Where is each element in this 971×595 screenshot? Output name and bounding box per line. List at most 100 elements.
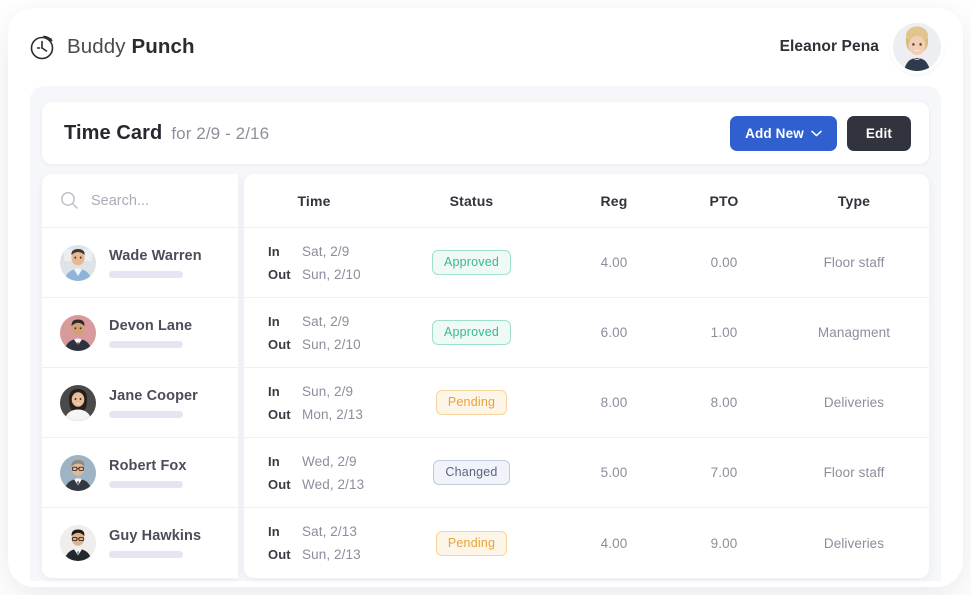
employee-name: Jane Cooper <box>109 387 198 404</box>
header-actions: Add New Edit <box>730 115 911 151</box>
clock-out-label: Out <box>268 406 291 422</box>
clock-in-value: Sat, 2/9 <box>302 243 350 259</box>
clock-in-value: Sat, 2/9 <box>302 313 350 329</box>
clock-in-row: In Sat, 2/9 <box>268 244 384 259</box>
employee-name: Guy Hawkins <box>109 528 202 544</box>
search-bar[interactable] <box>42 174 238 228</box>
pto-hours: 7.00 <box>710 465 738 480</box>
reg-hours: 6.00 <box>600 325 628 340</box>
add-new-button[interactable]: Add New <box>730 115 837 151</box>
avatar <box>60 244 96 281</box>
employee-list: Wade Warren Devon Lane Jane Cooper Rober… <box>42 228 238 578</box>
page-title-date-range: for 2/9 - 2/16 <box>171 123 270 143</box>
list-item[interactable]: Wade Warren <box>42 228 238 298</box>
clock-in-value: Sun, 2/9 <box>302 383 354 399</box>
clock-out-row: Out Sun, 2/10 <box>268 337 384 352</box>
table-body: In Sat, 2/9 Out Sun, 2/10 Approved 4.00 <box>244 228 929 578</box>
clock-in-value: Wed, 2/9 <box>302 453 357 469</box>
status-badge: Pending <box>435 530 508 556</box>
column-header-reg: Reg <box>600 192 628 209</box>
avatar[interactable] <box>893 23 941 71</box>
avatar <box>60 314 96 351</box>
status-badge: Pending <box>435 390 508 415</box>
clock-in-row: In Sat, 2/13 <box>268 524 384 539</box>
employee-placeholder-bar <box>109 270 183 278</box>
list-item[interactable]: Robert Fox <box>42 438 238 508</box>
clock-out-label: Out <box>268 336 291 352</box>
time-card-header: Time Card for 2/9 - 2/16 Add New Edit <box>42 102 929 164</box>
list-item[interactable]: Jane Cooper <box>42 368 238 438</box>
employee-info: Wade Warren <box>109 248 202 278</box>
edit-label: Edit <box>865 125 892 141</box>
brand-text: Buddy Punch <box>67 35 195 59</box>
pto-hours: 0.00 <box>710 255 738 270</box>
reg-hours: 5.00 <box>600 465 628 480</box>
list-item[interactable]: Guy Hawkins <box>42 508 238 578</box>
clock-out-value: Sun, 2/10 <box>302 336 361 352</box>
clock-in-row: In Wed, 2/9 <box>268 454 384 469</box>
clock-in-label: In <box>268 243 280 259</box>
edit-button[interactable]: Edit <box>846 115 911 151</box>
employee-info: Devon Lane <box>109 318 192 348</box>
time-card-table: Wade Warren <box>42 174 929 578</box>
page-title: Time Card for 2/9 - 2/16 <box>64 122 269 145</box>
top-bar: Buddy Punch Eleanor Pena <box>8 8 963 86</box>
avatar <box>60 525 96 561</box>
type-cell: Deliveries <box>823 535 885 551</box>
page-title-main: Time Card <box>64 121 163 144</box>
employee-placeholder-bar <box>109 480 183 488</box>
app-window: Buddy Punch Eleanor Pena Time Card for 2… <box>8 8 963 587</box>
chevron-down-icon <box>811 130 822 137</box>
clock-out-value: Mon, 2/13 <box>302 406 363 422</box>
table-row[interactable]: In Sat, 2/9 Out Sun, 2/10 Approved 4.00 <box>244 228 929 298</box>
clock-in-label: In <box>268 453 280 469</box>
clock-out-row: Out Sun, 2/13 <box>268 547 384 562</box>
status-cell: Approved <box>384 320 559 345</box>
employee-name: Devon Lane <box>109 317 193 334</box>
clock-out-value: Wed, 2/13 <box>302 476 365 492</box>
employee-info: Robert Fox <box>109 458 187 488</box>
status-cell: Pending <box>384 530 559 556</box>
user-menu[interactable]: Eleanor Pena <box>780 23 941 71</box>
status-cell: Pending <box>384 390 559 415</box>
employee-placeholder-bar <box>109 410 183 418</box>
brand-logo[interactable]: Buddy Punch <box>28 32 195 62</box>
table-row[interactable]: In Sun, 2/9 Out Mon, 2/13 Pending 8.00 8… <box>244 368 929 438</box>
time-cell: In Wed, 2/9 Out Wed, 2/13 <box>244 454 384 492</box>
list-item[interactable]: Devon Lane <box>42 298 238 368</box>
table-row[interactable]: In Sat, 2/13 Out Sun, 2/13 Pending 4.00 <box>244 508 929 578</box>
time-cell: In Sat, 2/13 Out Sun, 2/13 <box>244 524 384 562</box>
pto-hours: 1.00 <box>710 325 738 340</box>
clock-out-label: Out <box>268 547 291 562</box>
search-icon <box>60 191 79 210</box>
time-cell: In Sun, 2/9 Out Mon, 2/13 <box>244 384 384 422</box>
status-cell: Changed <box>384 460 559 485</box>
time-entries-panel: Time Status Reg PTO Type In Sat, 2/9 Out… <box>244 174 929 578</box>
clock-arrow-icon <box>28 32 58 62</box>
table-row[interactable]: In Wed, 2/9 Out Wed, 2/13 Changed 5.00 7… <box>244 438 929 508</box>
status-badge: Changed <box>433 460 510 485</box>
clock-in-value: Sat, 2/13 <box>302 524 357 539</box>
time-cell: In Sat, 2/9 Out Sun, 2/10 <box>244 244 384 282</box>
column-header-pto: PTO <box>709 192 739 209</box>
status-cell: Approved <box>384 250 559 275</box>
pto-hours: 9.00 <box>710 535 738 551</box>
employee-panel: Wade Warren <box>42 174 238 578</box>
employee-info: Jane Cooper <box>109 388 198 418</box>
type-cell: Floor staff <box>823 255 885 270</box>
search-input[interactable] <box>91 192 211 209</box>
employee-info: Guy Hawkins <box>109 528 201 558</box>
brand-name-bold: Punch <box>131 35 195 58</box>
clock-in-row: In Sun, 2/9 <box>268 384 384 399</box>
clock-in-label: In <box>268 383 280 399</box>
employee-name: Robert Fox <box>109 457 187 474</box>
clock-in-row: In Sat, 2/9 <box>268 314 384 329</box>
table-header-row: Time Status Reg PTO Type <box>244 174 929 228</box>
user-name: Eleanor Pena <box>779 38 879 55</box>
clock-out-row: Out Mon, 2/13 <box>268 407 384 422</box>
type-cell: Deliveries <box>823 395 885 410</box>
clock-out-row: Out Wed, 2/13 <box>268 477 384 492</box>
clock-out-label: Out <box>268 476 291 492</box>
table-row[interactable]: In Sat, 2/9 Out Sun, 2/10 Approved 6.00 <box>244 298 929 368</box>
brand-name-light: Buddy <box>67 35 126 58</box>
